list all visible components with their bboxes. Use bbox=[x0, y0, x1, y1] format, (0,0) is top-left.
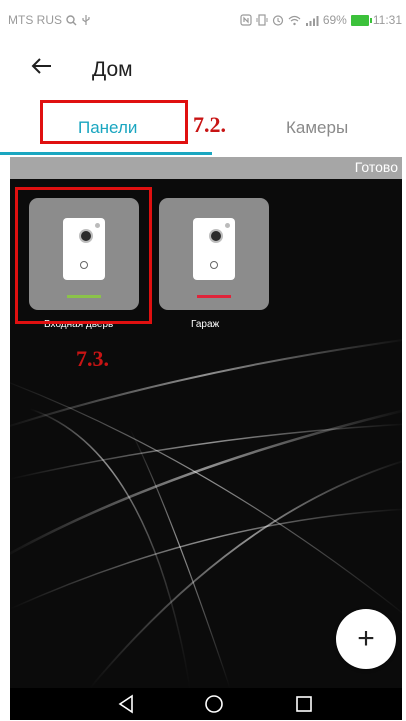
carrier-name: MTS RUS bbox=[8, 13, 62, 27]
done-button[interactable]: Готово bbox=[355, 159, 398, 175]
annotation-label-tile: 7.3. bbox=[76, 346, 109, 371]
alarm-icon bbox=[272, 15, 283, 26]
search-icon bbox=[66, 14, 77, 25]
annotation-box-tile bbox=[15, 187, 152, 324]
system-nav-bar bbox=[10, 688, 402, 720]
edit-bar: Готово bbox=[10, 157, 402, 179]
status-indicator-offline bbox=[197, 295, 231, 298]
battery-icon bbox=[350, 14, 372, 26]
nav-home-icon[interactable] bbox=[202, 692, 226, 716]
app-bar: Дом bbox=[0, 40, 406, 100]
panel-tile-garage[interactable] bbox=[159, 198, 269, 310]
signal-icon bbox=[305, 15, 319, 26]
back-arrow-icon[interactable] bbox=[30, 54, 54, 78]
indicator-dot bbox=[225, 223, 230, 228]
wifi-icon bbox=[288, 15, 301, 25]
panel-label-garage: Гараж bbox=[191, 319, 220, 330]
status-left: MTS RUS bbox=[8, 13, 91, 27]
status-bar: MTS RUS 69% 11:31 bbox=[0, 0, 406, 40]
active-tab-indicator bbox=[0, 152, 212, 155]
clock: 11:31 bbox=[372, 13, 402, 27]
battery-percent: 69% bbox=[322, 13, 347, 27]
nav-back-icon[interactable] bbox=[114, 692, 138, 716]
status-right: 69% 11:31 bbox=[240, 13, 402, 27]
annotation-box-tab bbox=[40, 100, 188, 144]
usb-icon bbox=[82, 15, 90, 25]
add-panel-button[interactable]: + bbox=[336, 609, 396, 669]
camera-lens bbox=[209, 229, 223, 243]
nfc-icon bbox=[240, 14, 252, 26]
intercom-panel-icon bbox=[193, 218, 235, 280]
tab-bar: Панели Камеры 7.2. bbox=[0, 100, 406, 155]
vibrate-icon bbox=[256, 14, 268, 26]
page-title: Дом bbox=[92, 58, 133, 81]
annotation-label-tab: 7.2. bbox=[193, 112, 226, 137]
call-button-ring bbox=[210, 261, 218, 269]
nav-recents-icon[interactable] bbox=[292, 692, 316, 716]
tab-cameras[interactable]: Камеры bbox=[286, 118, 348, 138]
